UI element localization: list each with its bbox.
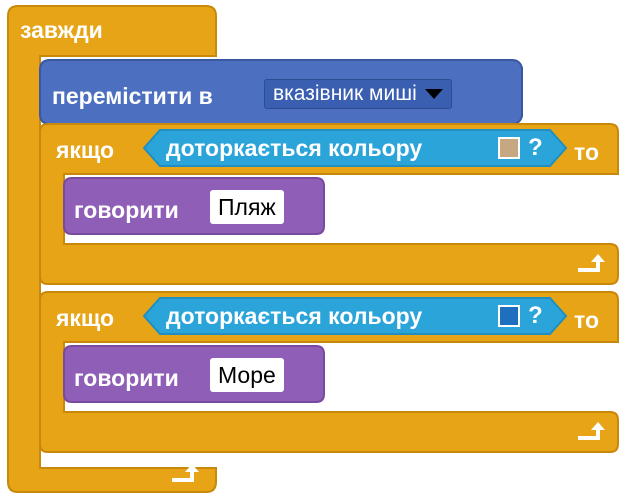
script-canvas — [7, 5, 619, 493]
loop-return-arrow-icon — [578, 254, 605, 272]
if-label-1: якщо — [56, 137, 115, 163]
say-input-2[interactable]: Море — [210, 358, 284, 392]
move-target-value: вказівник миші — [273, 82, 417, 105]
question-mark-1: ? — [528, 134, 543, 161]
loop-return-arrow-icon — [578, 422, 605, 440]
sensing-label-1: доторкається кольору — [166, 135, 423, 161]
say-input-1[interactable]: Пляж — [210, 190, 284, 224]
then-label-2: то — [574, 307, 600, 333]
then-label-1: то — [574, 139, 600, 165]
color-swatch-2[interactable] — [498, 305, 520, 327]
color-swatch-1[interactable] — [498, 137, 520, 159]
dropdown-triangle-icon — [424, 89, 443, 99]
move-label: перемістити в — [52, 83, 213, 109]
forever-label: завжди — [20, 17, 103, 43]
question-mark-2: ? — [528, 302, 543, 329]
if-label-2: якщо — [56, 305, 115, 331]
move-target-dropdown[interactable]: вказівник миші — [264, 79, 452, 109]
loop-return-arrow-icon — [172, 464, 199, 482]
say-label-1: говорити — [74, 197, 179, 223]
sensing-label-2: доторкається кольору — [166, 303, 423, 329]
say-label-2: говорити — [74, 365, 179, 391]
